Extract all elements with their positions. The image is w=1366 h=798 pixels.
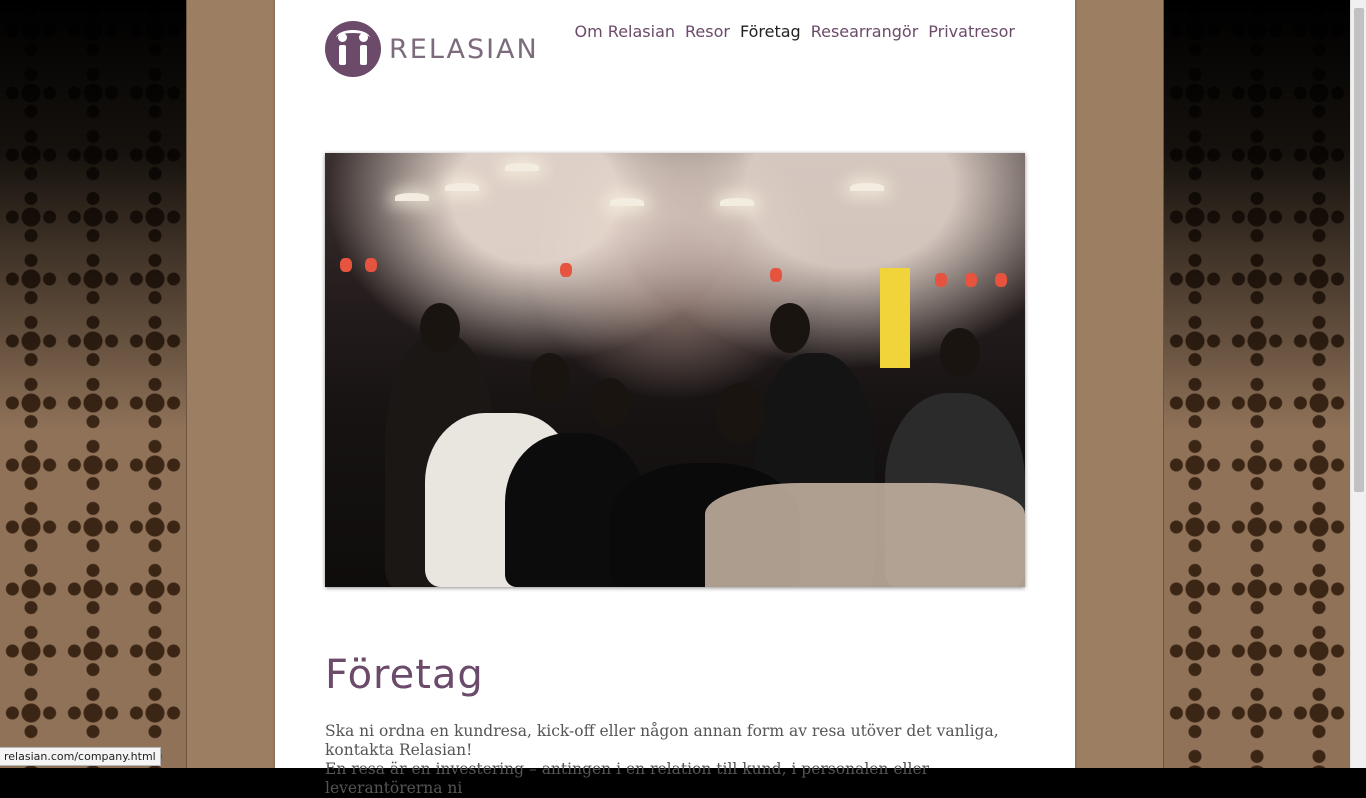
page-container: RELASIAN Om Relasian Resor Företag Resea… xyxy=(275,0,1075,797)
nav-researrangor[interactable]: Researrangör xyxy=(811,22,919,41)
hero-image xyxy=(325,153,1025,587)
logo-text: RELASIAN xyxy=(389,33,539,65)
intro-paragraph-1: Ska ni ordna en kundresa, kick-off eller… xyxy=(325,722,999,759)
vertical-scrollbar[interactable] xyxy=(1350,0,1366,768)
nav-privatresor[interactable]: Privatresor xyxy=(928,22,1015,41)
status-bar-url: relasian.com/company.html xyxy=(0,747,161,766)
intro-paragraph-2: En resa är en investering – antingen i e… xyxy=(325,760,930,797)
intro-text: Ska ni ordna en kundresa, kick-off eller… xyxy=(325,722,1005,798)
logo-mark-icon xyxy=(325,21,381,77)
logo[interactable]: RELASIAN xyxy=(325,20,539,78)
page-title: Företag xyxy=(325,652,484,698)
nav-om-relasian[interactable]: Om Relasian xyxy=(575,22,675,41)
main-nav: Om Relasian Resor Företag Researrangör P… xyxy=(575,22,1015,41)
nav-resor[interactable]: Resor xyxy=(685,22,730,41)
nav-foretag[interactable]: Företag xyxy=(740,22,801,41)
scrollbar-thumb[interactable] xyxy=(1354,8,1364,492)
